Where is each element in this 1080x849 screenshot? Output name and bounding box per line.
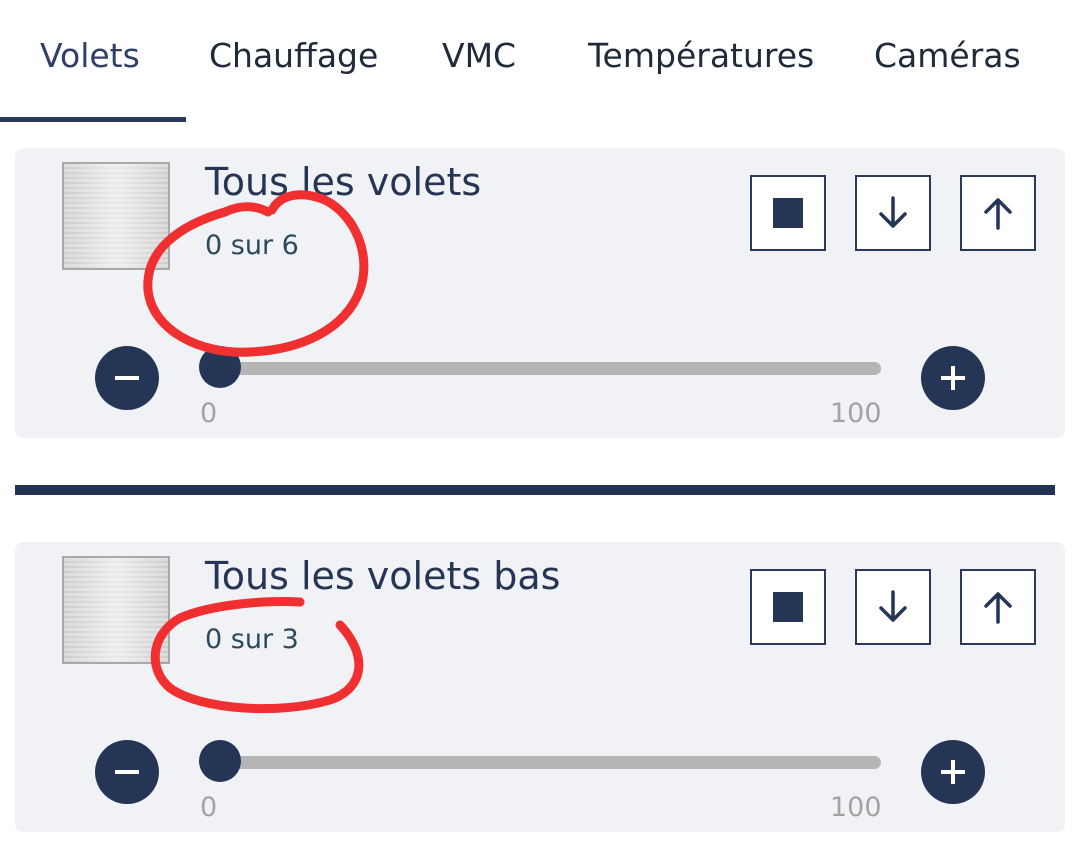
group-title: Tous les volets: [205, 160, 482, 204]
slider-min-label: 0: [200, 792, 218, 823]
arrow-up-icon: [984, 592, 1012, 624]
down-button[interactable]: [855, 175, 931, 251]
group-status: 0 sur 6: [205, 230, 299, 261]
down-button[interactable]: [855, 569, 931, 645]
tab-chauffage[interactable]: Chauffage: [209, 36, 378, 75]
tab-temperatures[interactable]: Températures: [588, 36, 814, 75]
group-title: Tous les volets bas: [205, 554, 561, 598]
increase-button[interactable]: [921, 346, 985, 410]
plus-icon: [941, 760, 965, 784]
tab-volets[interactable]: Volets: [40, 36, 140, 75]
tab-bar: Volets Chauffage VMC Températures Caméra…: [0, 0, 1080, 122]
decrease-button[interactable]: [95, 346, 159, 410]
increase-button[interactable]: [921, 740, 985, 804]
position-slider-track[interactable]: [207, 362, 881, 375]
active-tab-indicator: [0, 117, 186, 122]
slider-max-label: 100: [830, 792, 882, 823]
up-button[interactable]: [960, 569, 1036, 645]
decrease-button[interactable]: [95, 740, 159, 804]
arrow-down-icon: [879, 196, 907, 228]
arrow-up-icon: [984, 198, 1012, 230]
up-button[interactable]: [960, 175, 1036, 251]
shutter-group-card: Tous les volets 0 sur 6 0 100: [15, 148, 1065, 438]
shutter-thumbnail: [62, 162, 170, 270]
section-divider: [15, 485, 1055, 495]
shutter-group-card: Tous les volets bas 0 sur 3 0 100: [15, 542, 1065, 832]
slider-min-label: 0: [200, 398, 218, 429]
stop-button[interactable]: [750, 175, 826, 251]
tab-vmc[interactable]: VMC: [442, 36, 516, 75]
minus-icon: [115, 770, 139, 774]
group-status: 0 sur 3: [205, 624, 299, 655]
arrow-down-icon: [879, 590, 907, 622]
position-slider-handle[interactable]: [199, 740, 241, 782]
position-slider-handle[interactable]: [199, 346, 241, 388]
shutter-thumbnail: [62, 556, 170, 664]
stop-icon: [773, 592, 803, 622]
minus-icon: [115, 376, 139, 380]
stop-button[interactable]: [750, 569, 826, 645]
tab-cameras[interactable]: Caméras: [874, 36, 1021, 75]
stop-icon: [773, 198, 803, 228]
slider-max-label: 100: [830, 398, 882, 429]
position-slider-track[interactable]: [207, 756, 881, 769]
plus-icon: [941, 366, 965, 390]
